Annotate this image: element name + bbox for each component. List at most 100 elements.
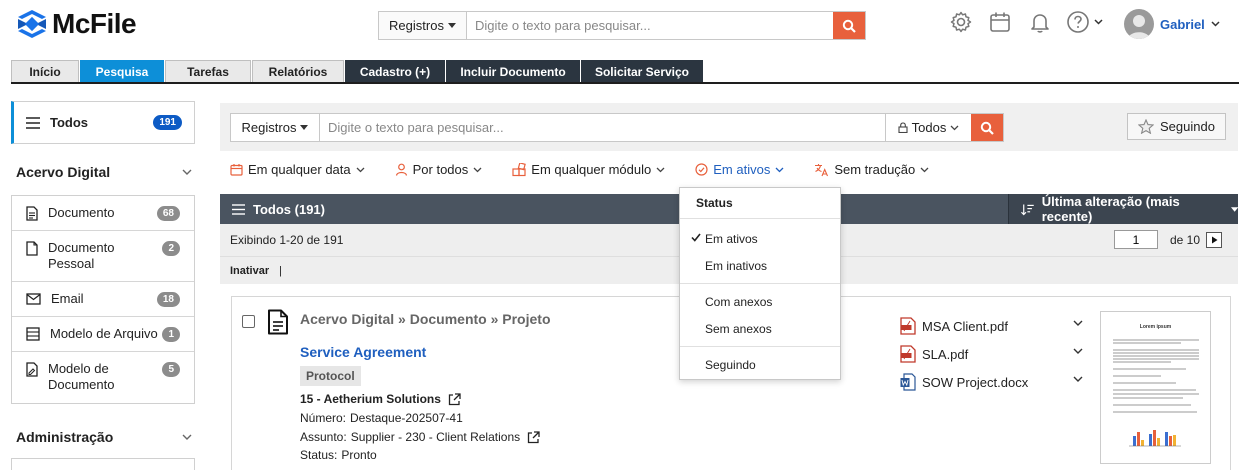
filter-person[interactable]: Por todos: [395, 162, 483, 177]
app-name: McFile: [52, 8, 137, 39]
attachment-item[interactable]: SOW Project.docx: [900, 373, 1028, 391]
chevron-down-icon: [775, 167, 784, 172]
document-thumbnail[interactable]: Lorem ipsum: [1100, 311, 1211, 464]
dropdown-divider: [680, 283, 840, 284]
checkmark-icon: [691, 233, 701, 242]
chevron-down-icon[interactable]: [1073, 376, 1083, 382]
tab-pesquisa[interactable]: Pesquisa: [80, 60, 164, 83]
app-logo[interactable]: McFile: [16, 8, 137, 40]
sort-dropdown[interactable]: Última alteração (mais recente): [1008, 194, 1238, 224]
user-menu[interactable]: Gabriel: [1124, 9, 1220, 39]
filter-label: Em qualquer módulo: [531, 162, 652, 177]
numero-label: Número:: [300, 411, 347, 425]
header-search-scope[interactable]: Registros: [379, 12, 467, 39]
sidebar-item-label: Documento Pessoal: [48, 240, 115, 271]
header-search-input[interactable]: [467, 12, 833, 39]
company-name: 15 - Aetherium Solutions: [300, 392, 441, 406]
filter-module[interactable]: Em qualquer módulo: [512, 162, 665, 177]
sidebar-item-documento[interactable]: Documento 68: [12, 196, 194, 231]
dropdown-item-label: Em inativos: [705, 258, 768, 273]
dropdown-divider: [680, 346, 840, 347]
header-search-button[interactable]: [833, 12, 865, 39]
list-icon: [26, 116, 40, 129]
tab-inicio[interactable]: Início: [11, 60, 79, 83]
chevron-down-icon[interactable]: [1073, 348, 1083, 354]
attachment-item[interactable]: SLA.pdf: [900, 345, 968, 363]
tab-relatorios[interactable]: Relatórios: [252, 60, 344, 83]
result-breadcrumb: Acervo Digital » Documento » Projeto: [300, 311, 551, 327]
page-number-input[interactable]: [1114, 230, 1158, 249]
chevron-down-icon: [656, 167, 665, 172]
status-value: Pronto: [341, 448, 377, 462]
filter-translation[interactable]: Sem tradução: [814, 162, 929, 177]
tab-tarefas[interactable]: Tarefas: [165, 60, 251, 83]
external-link-icon[interactable]: [448, 392, 461, 406]
calendar-icon[interactable]: [988, 10, 1012, 34]
dropdown-item-com-anexos[interactable]: Com anexos: [680, 288, 840, 315]
list-icon: [232, 203, 245, 215]
sort-label: Última alteração (mais recente): [1041, 194, 1180, 224]
tab-incluir-documento[interactable]: Incluir Documento: [446, 60, 580, 83]
sidebar-item-label: Modelo de Documento: [48, 361, 115, 392]
result-checkbox[interactable]: [242, 315, 255, 328]
assunto-label: Assunto:: [300, 430, 347, 444]
main-search-filter-scope[interactable]: Todos: [885, 114, 971, 141]
header-search: Registros: [378, 11, 866, 40]
main-search-scope[interactable]: Registros: [231, 114, 320, 141]
main-search: Registros Todos: [230, 113, 1004, 142]
sidebar-item-modelo-documento[interactable]: Modelo de Documento 5: [12, 352, 194, 403]
result-numero: Número: Destaque-202507-41: [300, 411, 463, 425]
dropdown-item-em-inativos[interactable]: Em inativos: [680, 252, 840, 279]
count-badge: 68: [156, 206, 180, 221]
thumbnail-title: Lorem ipsum: [1139, 324, 1172, 330]
dropdown-item-label: Seguindo: [705, 357, 756, 372]
sidebar-item-todos[interactable]: Todos 191: [11, 101, 195, 144]
sidebar-list-admin: [11, 458, 195, 470]
assunto-value: Supplier - 230 - Client Relations: [350, 430, 521, 444]
modules-icon: [512, 162, 527, 176]
tab-cadastro[interactable]: Cadastro (+): [345, 60, 445, 83]
mcfile-logo-icon: [18, 10, 46, 38]
sidebar-section-title: Acervo Digital: [16, 164, 111, 180]
sidebar-item-documento-pessoal[interactable]: Documento Pessoal 2: [12, 231, 194, 282]
attachment-item[interactable]: MSA Client.pdf: [900, 317, 1008, 335]
main-search-input[interactable]: [320, 114, 885, 141]
caret-down-icon: [300, 125, 309, 130]
user-name: Gabriel: [1160, 16, 1205, 32]
result-title-link[interactable]: Service Agreement: [300, 344, 426, 360]
sidebar-section-acervo[interactable]: Acervo Digital: [16, 164, 192, 180]
chevron-down-icon: [950, 125, 959, 130]
main-tabs: Início Pesquisa Tarefas Relatórios Cadas…: [11, 60, 704, 83]
sidebar-item-email[interactable]: Email 18: [12, 282, 194, 317]
inactivate-action[interactable]: Inativar: [230, 265, 269, 277]
external-link-icon[interactable]: [527, 430, 540, 444]
document-icon: [26, 206, 38, 221]
chevron-down-icon: [920, 167, 929, 172]
attachment-name: SOW Project.docx: [922, 374, 1029, 390]
next-page-button[interactable]: [1206, 231, 1223, 248]
chevron-down-icon: [182, 169, 192, 175]
filter-label: Por todos: [412, 162, 469, 177]
results-title: Todos (191): [253, 201, 325, 217]
star-icon: [1138, 119, 1155, 134]
sidebar-item-modelo-arquivo[interactable]: Modelo de Arquivo 1: [12, 317, 194, 352]
bell-icon[interactable]: [1028, 10, 1052, 34]
following-button[interactable]: Seguindo: [1127, 113, 1226, 140]
caret-down-icon: [447, 23, 456, 28]
filter-date[interactable]: Em qualquer data: [230, 162, 365, 177]
tab-solicitar-servico[interactable]: Solicitar Serviço: [581, 60, 703, 83]
filter-status[interactable]: Em ativos: [695, 162, 784, 177]
result-tag: Protocol: [300, 366, 361, 386]
dropdown-item-seguindo[interactable]: Seguindo: [680, 351, 840, 378]
dropdown-item-sem-anexos[interactable]: Sem anexos: [680, 315, 840, 342]
file-icon: [26, 241, 38, 256]
tabs-divider: [11, 82, 1239, 84]
gear-icon[interactable]: [949, 10, 973, 34]
sidebar-section-administracao[interactable]: Administração: [16, 429, 192, 445]
filter-label: Em qualquer data: [248, 162, 351, 177]
main-search-button[interactable]: [971, 114, 1003, 141]
chevron-down-icon[interactable]: [1073, 320, 1083, 326]
dropdown-item-em-ativos[interactable]: Em ativos: [680, 225, 840, 252]
result-status: Status: Pronto: [300, 448, 377, 462]
help-menu[interactable]: [1066, 10, 1103, 34]
